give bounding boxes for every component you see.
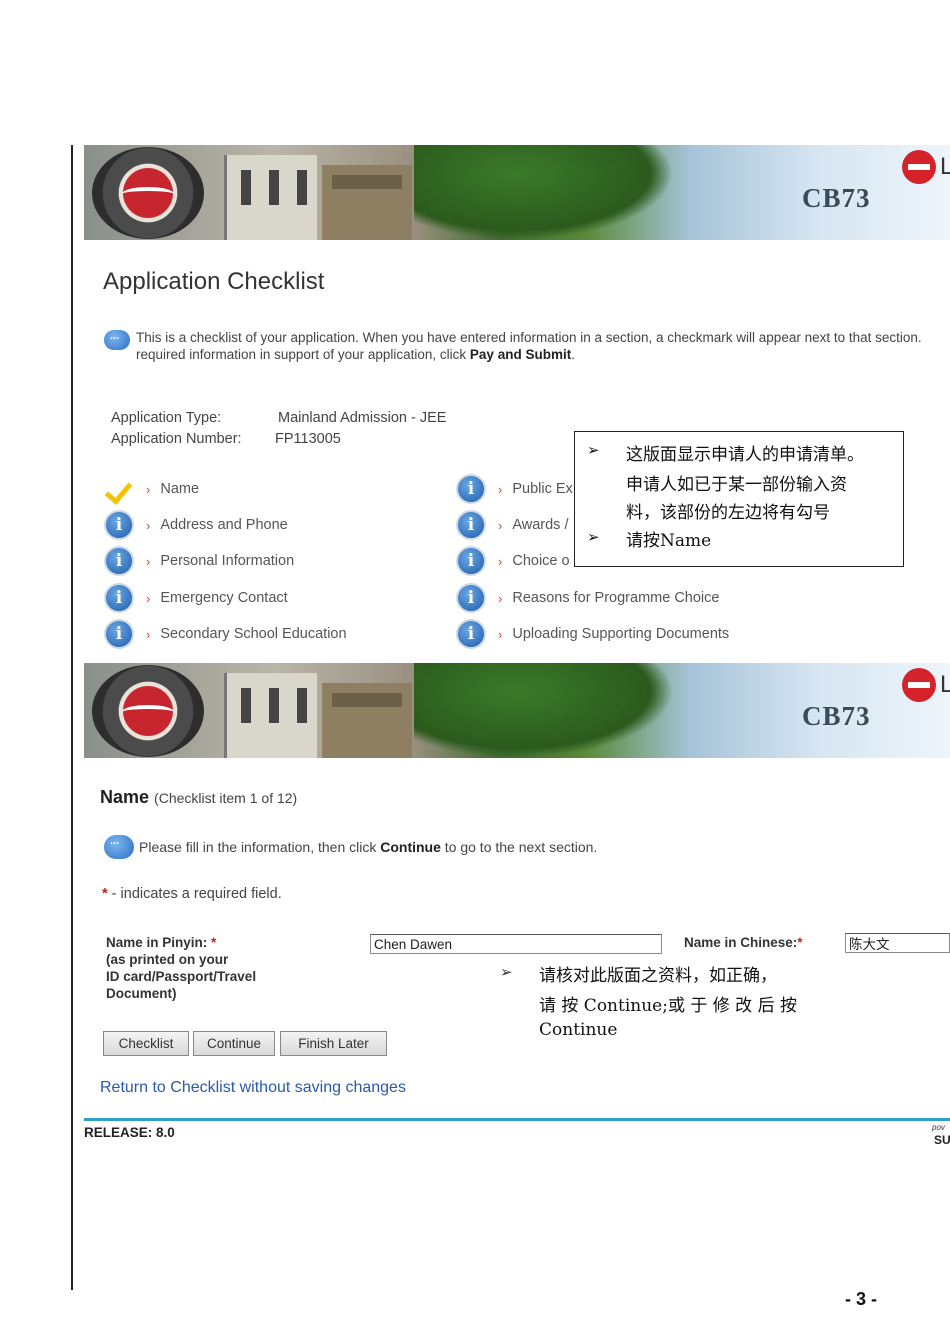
checklist-item-label: Public Ex bbox=[512, 481, 573, 497]
info-line-1: This is a checklist of your application.… bbox=[136, 330, 922, 345]
checkmark-icon bbox=[104, 474, 134, 504]
note-line-1: 这版面显示申请人的申请清单。 bbox=[626, 445, 864, 465]
checklist-item-label: Address and Phone bbox=[160, 517, 288, 533]
info-icon: i bbox=[456, 546, 486, 576]
header-banner-name: CB73 L bbox=[84, 663, 950, 758]
tree-image bbox=[414, 145, 674, 240]
powered-by-brand: SU bbox=[934, 1133, 950, 1147]
checklist-info-text: This is a checklist of your application.… bbox=[136, 329, 922, 363]
checklist-item-uploading[interactable]: i › Uploading Supporting Documents bbox=[456, 617, 729, 651]
info-icon: i bbox=[456, 474, 486, 504]
arrow-bullet-icon: ➢ bbox=[587, 528, 600, 546]
checklist-item-label: Reasons for Programme Choice bbox=[512, 590, 720, 606]
name-info-text: Please fill in the information, then cli… bbox=[139, 839, 598, 855]
checklist-item-label: Emergency Contact bbox=[160, 590, 288, 606]
info-icon: i bbox=[104, 583, 134, 613]
tree-image bbox=[414, 663, 674, 758]
pinyin-label: Name in Pinyin: * (as printed on your ID… bbox=[106, 935, 257, 1001]
checklist-item-personal[interactable]: i › Personal Information bbox=[104, 544, 294, 578]
arrow-bullet-icon: ➢ bbox=[587, 441, 600, 459]
info-icon: i bbox=[456, 583, 486, 613]
continue-button[interactable]: Continue bbox=[193, 1031, 275, 1056]
powered-by-text: pov bbox=[932, 1123, 945, 1132]
checklist-item-choice[interactable]: i › Choice o bbox=[456, 544, 570, 578]
chinese-name-label: Name in Chinese:* bbox=[684, 935, 803, 950]
chevron-right-icon: › bbox=[498, 481, 503, 497]
info-icon: i bbox=[104, 546, 134, 576]
banner-code: CB73 bbox=[802, 701, 871, 731]
name-info: Please fill in the information, then cli… bbox=[104, 835, 597, 859]
arrow-bullet-icon: ➢ bbox=[500, 963, 513, 981]
pinyin-input[interactable] bbox=[370, 934, 662, 954]
name-note-line-3: Continue bbox=[539, 1020, 618, 1040]
name-note-line-1: 请核对此版面之资料，如正确， bbox=[539, 966, 777, 986]
chevron-right-icon: › bbox=[498, 626, 503, 642]
application-number-label: Application Number: bbox=[111, 431, 242, 447]
application-type-label: Application Type: bbox=[111, 410, 222, 426]
chevron-right-icon: › bbox=[146, 590, 151, 606]
university-emblem-icon bbox=[92, 147, 204, 239]
brand-logo-icon bbox=[902, 150, 936, 184]
gate-image bbox=[322, 165, 412, 240]
page-title: Application Checklist bbox=[103, 268, 325, 295]
chevron-right-icon: › bbox=[146, 481, 151, 497]
banner-code: CB73 bbox=[802, 183, 871, 213]
university-emblem-icon bbox=[92, 665, 204, 757]
footer-rule bbox=[84, 1118, 950, 1121]
header-banner-checklist: CB73 L bbox=[84, 145, 950, 240]
building-image bbox=[224, 155, 317, 240]
checklist-button[interactable]: Checklist bbox=[103, 1031, 189, 1056]
info-icon: i bbox=[456, 510, 486, 540]
application-type-value: Mainland Admission - JEE bbox=[278, 410, 447, 426]
brand-logo-icon bbox=[902, 668, 936, 702]
building-image bbox=[224, 673, 317, 758]
chevron-right-icon: › bbox=[498, 517, 503, 533]
checklist-item-address[interactable]: i › Address and Phone bbox=[104, 508, 288, 542]
chevron-right-icon: › bbox=[498, 590, 503, 606]
brand-logo-letter: L bbox=[940, 153, 950, 180]
release-version: RELEASE: 8.0 bbox=[84, 1125, 175, 1140]
checklist-item-emergency[interactable]: i › Emergency Contact bbox=[104, 581, 288, 615]
annotation-note-checklist: ➢ 这版面显示申请人的申请清单。 申请人如已于某一部份输入资 料，该部份的左边将… bbox=[574, 431, 904, 567]
checklist-item-awards[interactable]: i › Awards / bbox=[456, 508, 569, 542]
chevron-right-icon: › bbox=[146, 553, 151, 569]
info-line-2: required information in support of your … bbox=[136, 347, 575, 362]
note-line-2: 申请人如已于某一部份输入资 bbox=[626, 475, 847, 495]
required-field-legend: * - indicates a required field. bbox=[102, 886, 282, 902]
checklist-item-label: Personal Information bbox=[160, 553, 295, 569]
checklist-item-label: Uploading Supporting Documents bbox=[512, 626, 730, 642]
page-number: - 3 - bbox=[845, 1289, 878, 1309]
checklist-item-label: Secondary School Education bbox=[160, 626, 347, 642]
finish-later-button[interactable]: Finish Later bbox=[280, 1031, 387, 1056]
name-note-line-2: 请 按 Continue;或 于 修 改 后 按 bbox=[539, 996, 797, 1016]
application-number-value: FP113005 bbox=[275, 431, 341, 447]
checklist-item-label: Awards / bbox=[512, 517, 569, 533]
chevron-right-icon: › bbox=[146, 626, 151, 642]
info-icon: i bbox=[104, 510, 134, 540]
chevron-right-icon: › bbox=[498, 553, 503, 569]
info-icon: i bbox=[104, 619, 134, 649]
info-bubble-icon bbox=[104, 330, 130, 350]
gate-image bbox=[322, 683, 412, 758]
checklist-item-public-exam[interactable]: i › Public Ex bbox=[456, 472, 573, 506]
checklist-item-label: Name bbox=[160, 481, 200, 497]
brand-logo-letter: L bbox=[940, 671, 950, 698]
chevron-right-icon: › bbox=[146, 517, 151, 533]
note-line-4: 请按Name bbox=[626, 531, 712, 551]
checklist-item-secondary-school[interactable]: i › Secondary School Education bbox=[104, 617, 347, 651]
info-icon: i bbox=[456, 619, 486, 649]
info-bubble-icon bbox=[104, 835, 134, 859]
name-section-subtitle: (Checklist item 1 of 12) bbox=[154, 790, 298, 806]
checklist-item-reasons[interactable]: i › Reasons for Programme Choice bbox=[456, 581, 719, 615]
note-line-3: 料，该部份的左边将有勾号 bbox=[626, 503, 830, 523]
return-to-checklist-link[interactable]: Return to Checklist without saving chang… bbox=[100, 1079, 406, 1097]
page-margin-line bbox=[71, 145, 73, 1290]
checklist-info: This is a checklist of your application.… bbox=[104, 330, 922, 363]
checklist-item-name[interactable]: › Name bbox=[104, 472, 199, 506]
name-section-title: Name (Checklist item 1 of 12) bbox=[100, 787, 298, 807]
chinese-name-input[interactable] bbox=[845, 933, 950, 953]
checklist-item-label: Choice o bbox=[512, 553, 570, 569]
